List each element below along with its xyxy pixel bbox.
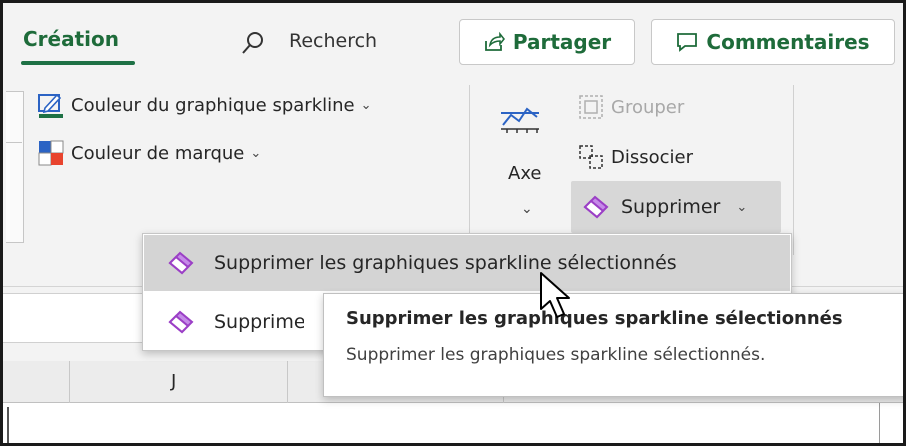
marker-color-icon bbox=[38, 140, 64, 166]
menu-item-delete-selected[interactable]: Supprimer les graphiques sparkline sélec… bbox=[144, 235, 790, 291]
pen-color-icon bbox=[38, 93, 63, 118]
menu-item-label: Supprimer bbox=[214, 311, 304, 333]
marker-color-button[interactable]: Couleur de marque ⌄ bbox=[37, 139, 261, 167]
ribbon-separator bbox=[793, 85, 794, 255]
chevron-down-icon: ⌄ bbox=[360, 97, 372, 113]
sparkline-color-label: Couleur du graphique sparkline bbox=[71, 94, 355, 116]
ribbon-separator bbox=[469, 85, 470, 255]
group-label: Grouper bbox=[611, 96, 685, 118]
axis-icon[interactable] bbox=[497, 91, 543, 137]
share-label: Partager bbox=[512, 30, 612, 54]
tooltip-title: Supprimer les graphiques sparkline sélec… bbox=[346, 308, 843, 329]
comments-label: Commentaires bbox=[706, 30, 870, 54]
ungroup-label: Dissocier bbox=[611, 146, 694, 168]
search-icon[interactable] bbox=[239, 29, 267, 57]
column-separator[interactable] bbox=[69, 361, 70, 403]
cell-border bbox=[879, 403, 880, 443]
cell-border bbox=[7, 407, 9, 443]
tooltip-description: Supprimer les graphiques sparkline sélec… bbox=[346, 345, 766, 365]
column-header-j[interactable]: J bbox=[171, 371, 176, 392]
group-icon bbox=[579, 95, 603, 119]
ungroup-button[interactable]: Dissocier bbox=[577, 143, 693, 171]
tooltip: Supprimer les graphiques sparkline sélec… bbox=[323, 293, 903, 397]
eraser-icon bbox=[583, 195, 609, 219]
share-icon bbox=[484, 31, 505, 51]
active-tab-indicator bbox=[21, 61, 135, 65]
comments-button[interactable]: Commentaires bbox=[651, 19, 895, 65]
column-separator[interactable] bbox=[287, 361, 288, 403]
chevron-down-icon[interactable]: ⌄ bbox=[521, 201, 533, 217]
excel-window: Création Recherch Partager Commentaires bbox=[0, 0, 906, 446]
tab-creation[interactable]: Création bbox=[23, 27, 119, 51]
chevron-down-icon: ⌄ bbox=[250, 145, 262, 161]
menu-item-label: Supprimer les graphiques sparkline sélec… bbox=[214, 252, 677, 274]
marker-color-label: Couleur de marque bbox=[71, 142, 245, 164]
collapsed-gallery-edge[interactable] bbox=[6, 91, 24, 243]
cell-grid[interactable] bbox=[3, 403, 903, 443]
search-box[interactable]: Recherch bbox=[289, 30, 409, 52]
delete-label: Supprimer bbox=[621, 196, 721, 218]
mouse-cursor-icon bbox=[540, 272, 570, 318]
sparkline-color-button[interactable]: Couleur du graphique sparkline ⌄ bbox=[37, 91, 372, 119]
comment-icon bbox=[677, 33, 698, 52]
axis-label[interactable]: Axe bbox=[508, 163, 542, 184]
eraser-icon bbox=[168, 310, 194, 334]
chevron-down-icon[interactable]: ⌄ bbox=[736, 200, 747, 215]
group-button: Grouper bbox=[577, 93, 684, 121]
eraser-icon bbox=[168, 251, 194, 275]
delete-split-button[interactable]: Supprimer ⌄ bbox=[571, 181, 781, 233]
share-button[interactable]: Partager bbox=[459, 19, 635, 65]
ribbon-tab-row: Création Recherch Partager Commentaires bbox=[3, 3, 903, 73]
ungroup-icon bbox=[579, 145, 603, 169]
